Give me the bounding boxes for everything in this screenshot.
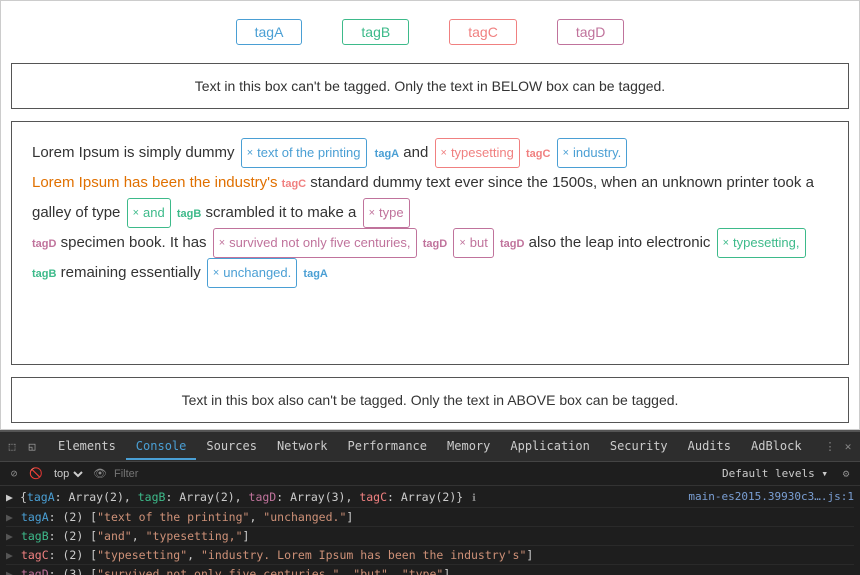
devtools-tabs: ⬚ ◱ Elements Console Sources Network Per… — [0, 432, 860, 462]
context-selector[interactable]: top — [50, 467, 86, 481]
tab-application[interactable]: Application — [500, 434, 599, 460]
chip-a-industry[interactable]: ×industry. — [557, 138, 628, 168]
info-box-bottom: Text in this box also can't be tagged. O… — [11, 377, 849, 423]
eye-icon[interactable]: 👁 — [92, 466, 108, 482]
chip-d-but[interactable]: ×but — [453, 228, 494, 258]
chip-a-printing[interactable]: ×text of the printing — [241, 138, 367, 168]
tags-bar: tagA tagB tagC tagD — [1, 1, 859, 57]
tab-elements[interactable]: Elements — [48, 434, 126, 460]
main-content: tagA tagB tagC tagD Text in this box can… — [0, 0, 860, 430]
info-box-top: Text in this box can't be tagged. Only t… — [11, 63, 849, 109]
tab-performance[interactable]: Performance — [338, 434, 437, 460]
devtools-inspect-icon[interactable]: ⬚ — [4, 439, 20, 455]
tab-security[interactable]: Security — [600, 434, 678, 460]
chip-b-typesetting[interactable]: ×typesetting, — [717, 228, 806, 258]
chip-d-type[interactable]: ×type — [363, 198, 410, 228]
console-output: ▶ {tagA: Array(2), tagB: Array(2), tagD:… — [0, 486, 860, 575]
console-filter-input[interactable] — [114, 468, 716, 480]
console-settings-icon[interactable]: ⚙ — [838, 466, 854, 482]
devtools-close-icon[interactable]: ✕ — [840, 439, 856, 455]
console-line-3: ▶ tagC: (2) ["typesetting", "industry. L… — [6, 546, 854, 565]
tag-button-a[interactable]: tagA — [236, 19, 303, 45]
text-content: Lorem Ipsum is simply dummy ×text of the… — [32, 144, 814, 281]
console-line-2: ▶ tagB: (2) ["and", "typesetting,"] — [6, 527, 854, 546]
chip-c-typesetting[interactable]: ×typesetting — [435, 138, 520, 168]
tag-button-b[interactable]: tagB — [342, 19, 409, 45]
chip-d-survived[interactable]: ×survived not only five centuries, — [213, 228, 417, 258]
tab-console[interactable]: Console — [126, 434, 197, 460]
devtools-toolbar: ⊘ 🚫 top 👁 Default levels ▾ ⚙ — [0, 462, 860, 486]
levels-selector[interactable]: Default levels ▾ — [722, 467, 828, 480]
text-box-main: Lorem Ipsum is simply dummy ×text of the… — [11, 121, 849, 365]
console-clear-icon[interactable]: ⊘ — [6, 466, 22, 482]
tab-audits[interactable]: Audits — [678, 434, 741, 460]
tag-button-c[interactable]: tagC — [449, 19, 517, 45]
console-line-4: ▶ tagD: (3) ["survived not only five cen… — [6, 565, 854, 575]
tab-sources[interactable]: Sources — [196, 434, 267, 460]
tab-memory[interactable]: Memory — [437, 434, 500, 460]
console-link[interactable]: main-es2015.39930c3….js:1 — [688, 489, 854, 504]
console-line-1: ▶ tagA: (2) ["text of the printing", "un… — [6, 508, 854, 527]
devtools-more-icon[interactable]: ⋮ — [822, 439, 838, 455]
console-filter-icon[interactable]: 🚫 — [28, 466, 44, 482]
chip-b-and[interactable]: ×and — [127, 198, 171, 228]
devtools-panel: ⬚ ◱ Elements Console Sources Network Per… — [0, 430, 860, 575]
chip-a-unchanged[interactable]: ×unchanged. — [207, 258, 297, 288]
devtools-responsive-icon[interactable]: ◱ — [24, 439, 40, 455]
tag-button-d[interactable]: tagD — [557, 19, 625, 45]
tab-network[interactable]: Network — [267, 434, 338, 460]
tab-adblock[interactable]: AdBlock — [741, 434, 812, 460]
expand-arrow-0[interactable]: ▶ — [6, 489, 16, 505]
console-line-0: ▶ {tagA: Array(2), tagB: Array(2), tagD:… — [6, 488, 854, 508]
